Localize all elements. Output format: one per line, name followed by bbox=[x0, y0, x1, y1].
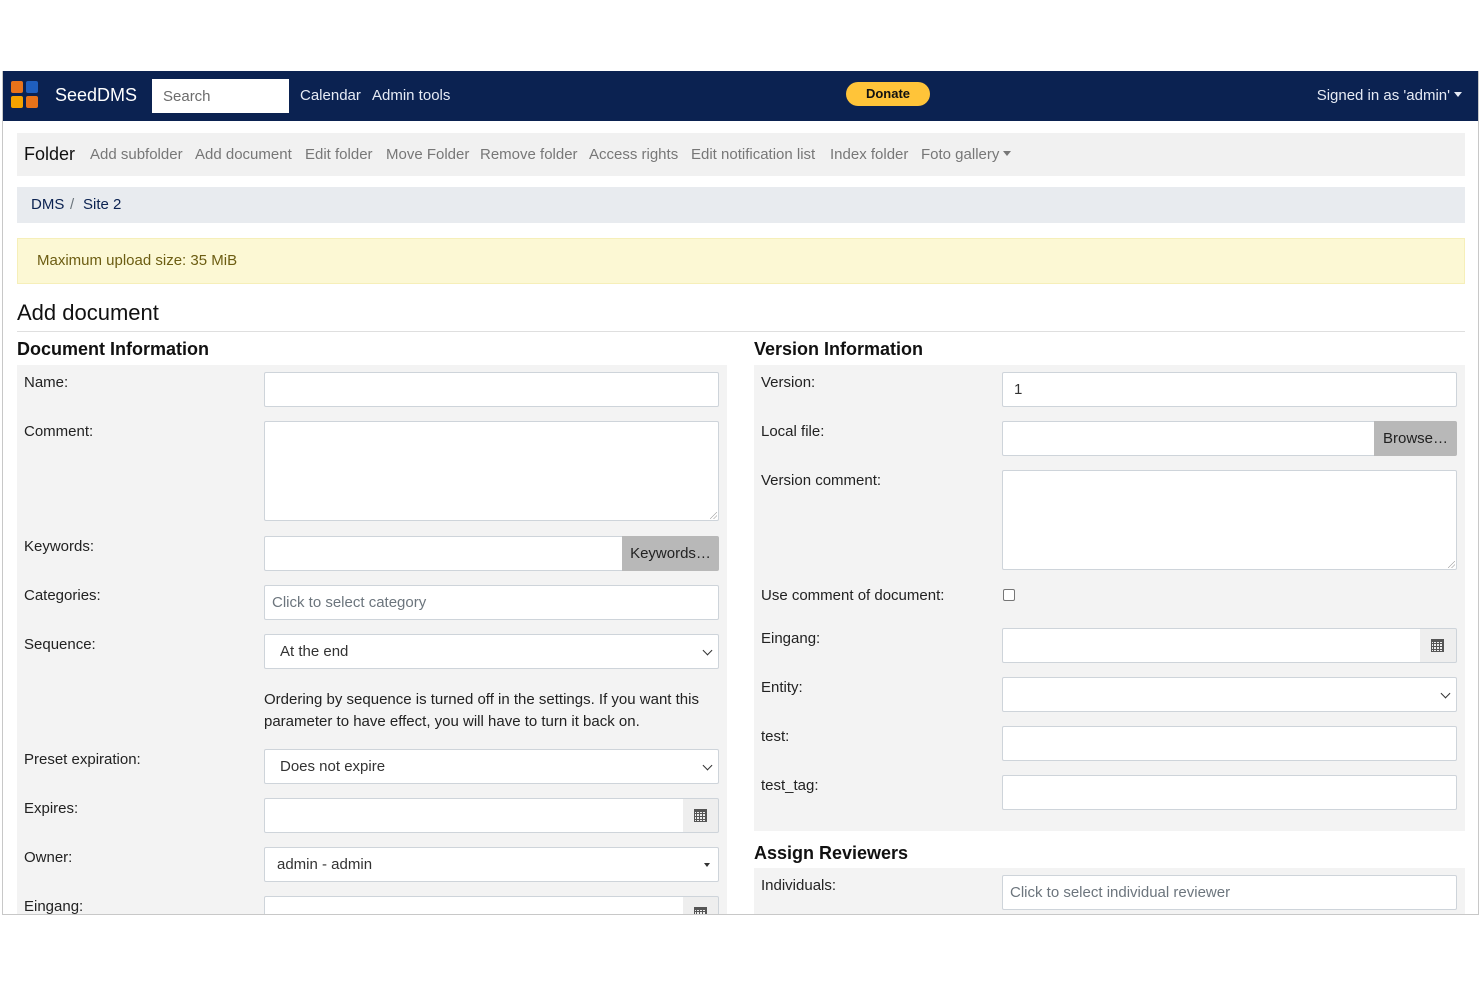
entity-select[interactable] bbox=[1002, 677, 1457, 712]
test-label: test: bbox=[761, 728, 790, 745]
document-info-panel: Name: Comment: Keywords: Keywords… Categ… bbox=[17, 365, 727, 915]
chevron-down-icon bbox=[1440, 688, 1451, 699]
calendar-icon bbox=[1431, 639, 1444, 652]
sequence-help-line-2: parameter to have effect, you will have … bbox=[264, 713, 640, 730]
menu-access-rights[interactable]: Access rights bbox=[589, 146, 678, 163]
keywords-button[interactable]: Keywords… bbox=[622, 536, 719, 571]
page-title: Add document bbox=[17, 300, 159, 325]
individual-reviewer-placeholder: Click to select individual reviewer bbox=[1010, 884, 1231, 901]
calendar-icon bbox=[694, 907, 707, 914]
document-info-heading: Document Information bbox=[17, 339, 209, 359]
menu-index-folder[interactable]: Index folder bbox=[830, 146, 908, 163]
sequence-select[interactable]: At the end bbox=[264, 634, 719, 669]
categories-label: Categories: bbox=[24, 587, 101, 604]
test-tag-input[interactable] bbox=[1002, 775, 1457, 810]
preset-expiration-label: Preset expiration: bbox=[24, 751, 141, 768]
version-input[interactable]: 1 bbox=[1002, 372, 1457, 407]
chevron-down-icon bbox=[702, 645, 713, 656]
menu-foto-gallery-label: Foto gallery bbox=[921, 146, 1000, 163]
folder-menu-title[interactable]: Folder bbox=[24, 144, 75, 165]
use-comment-label: Use comment of document: bbox=[761, 587, 945, 604]
brand-name[interactable]: SeedDMS bbox=[55, 85, 137, 106]
keywords-input[interactable] bbox=[264, 536, 623, 571]
menu-edit-folder[interactable]: Edit folder bbox=[305, 146, 373, 163]
seeddms-logo[interactable] bbox=[11, 81, 41, 111]
owner-value: admin - admin bbox=[277, 856, 373, 873]
test-tag-label: test_tag: bbox=[761, 777, 819, 794]
app-viewport: SeedDMS Calendar Admin tools Donate Sign… bbox=[2, 71, 1479, 915]
keywords-label: Keywords: bbox=[24, 538, 95, 555]
version-comment-label: Version comment: bbox=[761, 472, 882, 489]
categories-placeholder: Click to select category bbox=[272, 594, 427, 611]
owner-select[interactable]: admin - admin bbox=[264, 847, 719, 882]
calendar-icon bbox=[694, 809, 707, 822]
sequence-help-line-1: Ordering by sequence is turned off in th… bbox=[264, 691, 699, 708]
donate-button[interactable]: Donate bbox=[846, 82, 930, 106]
top-navbar: SeedDMS Calendar Admin tools Donate Sign… bbox=[3, 71, 1478, 121]
name-input[interactable] bbox=[264, 372, 719, 407]
browse-button[interactable]: Browse… bbox=[1374, 421, 1457, 456]
nav-admin-tools[interactable]: Admin tools bbox=[372, 87, 450, 104]
comment-textarea[interactable] bbox=[264, 421, 719, 521]
menu-remove-folder[interactable]: Remove folder bbox=[480, 146, 578, 163]
version-comment-textarea[interactable] bbox=[1002, 470, 1457, 570]
version-label: Version: bbox=[761, 374, 816, 391]
local-file-input[interactable] bbox=[1002, 421, 1375, 456]
eingang-date-input[interactable] bbox=[264, 896, 684, 914]
breadcrumb-site-2[interactable]: Site 2 bbox=[83, 196, 121, 213]
comment-label: Comment: bbox=[24, 423, 94, 440]
search-input[interactable] bbox=[152, 79, 289, 113]
expires-label: Expires: bbox=[24, 800, 79, 817]
sequence-label: Sequence: bbox=[24, 636, 96, 653]
version-eingang-label: Eingang: bbox=[761, 630, 821, 647]
name-label: Name: bbox=[24, 374, 69, 391]
preset-expiration-value: Does not expire bbox=[280, 758, 386, 775]
upload-size-alert: Maximum upload size: 35 MiB bbox=[17, 238, 1465, 284]
expires-calendar-button[interactable] bbox=[683, 798, 719, 833]
breadcrumb-separator: / bbox=[70, 196, 75, 213]
menu-add-subfolder[interactable]: Add subfolder bbox=[90, 146, 183, 163]
folder-menu-bar: Folder Add subfolder Add document Edit f… bbox=[17, 133, 1465, 176]
local-file-label: Local file: bbox=[761, 423, 825, 440]
signed-in-label: Signed in as 'admin' bbox=[1316, 87, 1450, 104]
version-eingang-calendar-button[interactable] bbox=[1420, 628, 1457, 663]
caret-down-icon bbox=[1003, 151, 1012, 157]
assign-reviewers-heading: Assign Reviewers bbox=[754, 843, 909, 863]
test-input[interactable] bbox=[1002, 726, 1457, 761]
title-divider bbox=[17, 331, 1465, 332]
menu-add-document[interactable]: Add document bbox=[195, 146, 292, 163]
categories-select[interactable]: Click to select category bbox=[264, 585, 719, 620]
use-comment-checkbox[interactable] bbox=[1003, 589, 1015, 601]
resize-grip-icon[interactable] bbox=[1448, 561, 1455, 568]
user-menu[interactable]: Signed in as 'admin' bbox=[1317, 87, 1462, 104]
menu-move-folder[interactable]: Move Folder bbox=[386, 146, 469, 163]
expires-date-input[interactable] bbox=[264, 798, 684, 833]
assign-reviewers-panel: Individuals: Click to select individual … bbox=[754, 868, 1465, 914]
eingang-calendar-button[interactable] bbox=[683, 896, 719, 914]
version-eingang-date-input[interactable] bbox=[1002, 628, 1421, 663]
individual-reviewer-select[interactable]: Click to select individual reviewer bbox=[1002, 875, 1457, 910]
menu-foto-gallery[interactable]: Foto gallery bbox=[921, 146, 1012, 163]
preset-expiration-select[interactable]: Does not expire bbox=[264, 749, 719, 784]
version-info-panel: Version: 1 Local file: Browse… Version c… bbox=[754, 365, 1465, 831]
chevron-down-icon bbox=[702, 760, 713, 771]
resize-grip-icon[interactable] bbox=[710, 512, 717, 519]
eingang-label: Eingang: bbox=[24, 898, 84, 915]
entity-label: Entity: bbox=[761, 679, 803, 696]
sequence-value: At the end bbox=[280, 643, 349, 660]
breadcrumb: DMS / Site 2 bbox=[17, 187, 1465, 223]
nav-calendar[interactable]: Calendar bbox=[300, 87, 361, 104]
version-info-heading: Version Information bbox=[754, 339, 924, 359]
owner-label: Owner: bbox=[24, 849, 73, 866]
individuals-label: Individuals: bbox=[761, 877, 837, 894]
caret-down-icon bbox=[704, 863, 710, 867]
menu-edit-notification-list[interactable]: Edit notification list bbox=[691, 146, 815, 163]
caret-down-icon bbox=[1454, 92, 1462, 98]
breadcrumb-dms[interactable]: DMS bbox=[31, 196, 64, 213]
